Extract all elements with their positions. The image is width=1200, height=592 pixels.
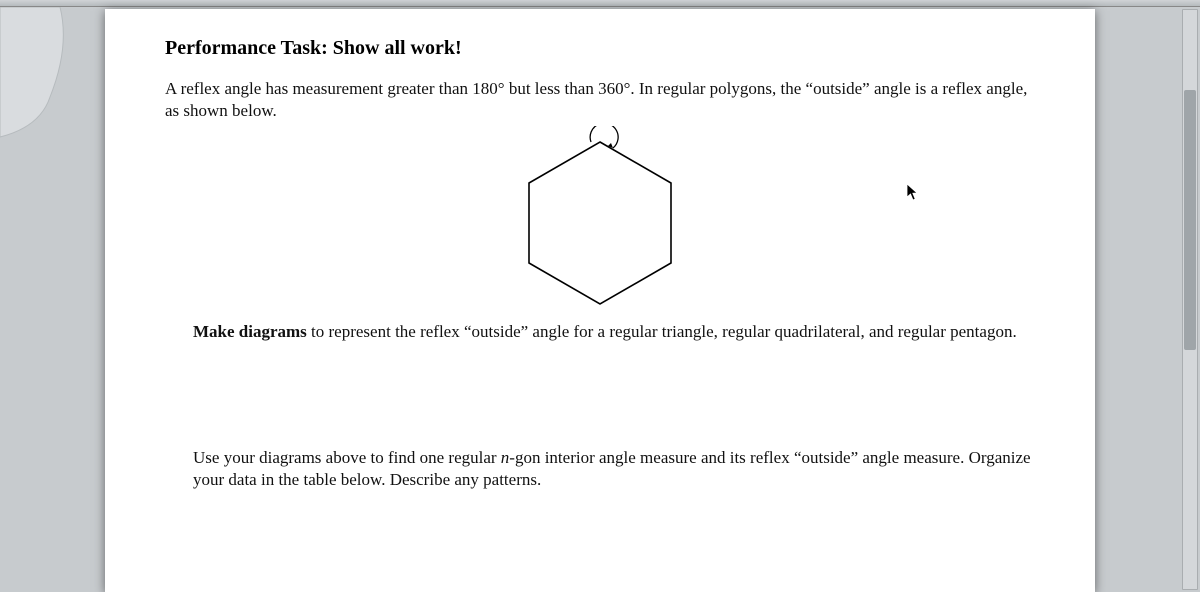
bookmark-tab bbox=[0, 7, 70, 187]
intro-paragraph: A reflex angle has measurement greater t… bbox=[165, 78, 1035, 122]
use-diagrams-instruction: Use your diagrams above to find one regu… bbox=[193, 447, 1035, 491]
scroll-thumb[interactable] bbox=[1184, 90, 1196, 350]
hexagon-diagram bbox=[165, 126, 1035, 311]
vertical-scrollbar[interactable] bbox=[1182, 9, 1198, 590]
window-chrome-bar bbox=[0, 0, 1200, 7]
pdf-viewer: Performance Task: Show all work! A refle… bbox=[0, 7, 1200, 592]
make-diagrams-rest: to represent the reflex “outside” angle … bbox=[307, 322, 1017, 341]
blank-workspace bbox=[165, 343, 1035, 441]
use-pre: Use your diagrams above to find one regu… bbox=[193, 448, 501, 467]
document-page: Performance Task: Show all work! A refle… bbox=[105, 9, 1095, 592]
make-diagrams-lead: Make diagrams bbox=[193, 322, 307, 341]
task-title: Performance Task: Show all work! bbox=[165, 37, 1035, 60]
make-diagrams-instruction: Make diagrams to represent the reflex “o… bbox=[193, 321, 1035, 343]
